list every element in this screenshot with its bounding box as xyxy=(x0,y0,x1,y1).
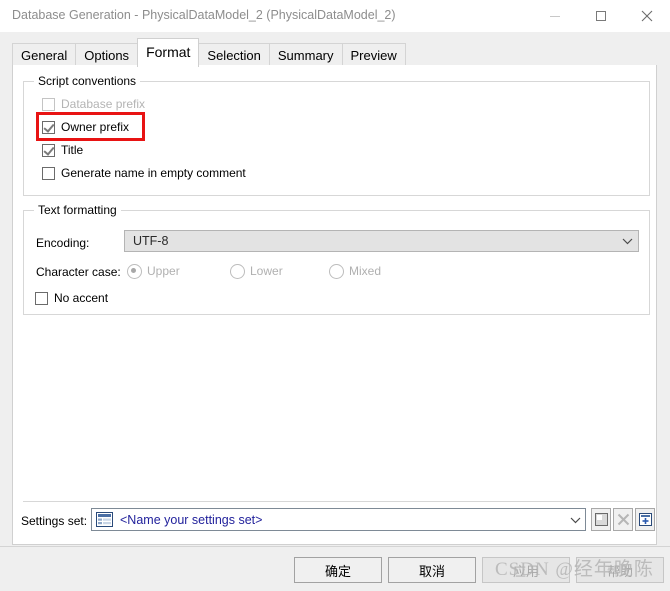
minimize-icon xyxy=(550,16,560,17)
ok-button[interactable]: 确定 xyxy=(294,557,382,583)
dialog-window: Database Generation - PhysicalDataModel_… xyxy=(0,0,670,591)
settings-set-combobox[interactable]: <Name your settings set> xyxy=(91,508,586,531)
close-icon xyxy=(641,10,653,22)
checkbox-box-owner-prefix xyxy=(42,120,55,134)
radio-label-upper: Upper xyxy=(147,264,180,278)
tab-selection[interactable]: Selection xyxy=(198,43,270,67)
checkbox-box-title xyxy=(42,143,55,157)
checkbox-database-prefix[interactable]: Database prefix xyxy=(42,96,145,112)
title-bar: Database Generation - PhysicalDataModel_… xyxy=(0,0,670,32)
window-title: Database Generation - PhysicalDataModel_… xyxy=(12,8,396,22)
checkbox-owner-prefix[interactable]: Owner prefix xyxy=(42,119,129,135)
page-icon xyxy=(594,513,608,526)
radio-circle-lower xyxy=(230,263,245,279)
encoding-value: UTF-8 xyxy=(133,234,169,248)
settings-set-value: <Name your settings set> xyxy=(120,512,263,527)
tab-format[interactable]: Format xyxy=(137,38,200,67)
chevron-down-icon xyxy=(616,237,638,245)
tab-preview[interactable]: Preview xyxy=(341,43,406,67)
script-conventions-title: Script conventions xyxy=(34,74,141,88)
text-formatting-title: Text formatting xyxy=(34,203,121,217)
tab-options[interactable]: Options xyxy=(75,43,139,67)
delete-settings-set-button xyxy=(613,508,633,531)
radio-label-mixed: Mixed xyxy=(349,264,382,278)
chevron-down-icon xyxy=(565,516,585,524)
settings-set-label: Settings set: xyxy=(21,514,88,528)
radio-label-lower: Lower xyxy=(250,264,283,278)
tab-general[interactable]: General xyxy=(12,43,77,67)
encoding-label: Encoding: xyxy=(36,236,90,250)
maximize-button[interactable] xyxy=(578,0,624,32)
checkbox-box-database-prefix xyxy=(42,97,55,111)
cancel-button[interactable]: 取消 xyxy=(388,557,476,583)
checkbox-box-no-accent xyxy=(35,291,48,305)
checkbox-no-accent[interactable]: No accent xyxy=(35,290,108,306)
encoding-combobox[interactable]: UTF-8 xyxy=(124,230,639,252)
radio-lower[interactable]: Lower xyxy=(230,263,283,279)
format-tab-panel: Script conventions Database prefix Owner… xyxy=(12,65,657,545)
settings-separator xyxy=(23,501,650,502)
checkbox-label-no-accent: No accent xyxy=(54,291,109,305)
settings-set-icon xyxy=(96,512,113,527)
radio-circle-mixed xyxy=(329,263,344,279)
apply-button: 应用 xyxy=(482,557,570,583)
dialog-footer: 确定 取消 应用 帮助 xyxy=(0,546,670,591)
checkbox-label-generate-name-in-empty-comment: Generate name in empty comment xyxy=(61,166,246,180)
maximize-icon xyxy=(596,11,606,21)
new-settings-set-button[interactable] xyxy=(635,508,655,531)
checkbox-label-owner-prefix: Owner prefix xyxy=(61,120,130,134)
text-formatting-group: Text formatting Encoding: UTF-8 Characte… xyxy=(23,203,650,315)
close-x-icon xyxy=(617,513,629,526)
checkbox-label-database-prefix: Database prefix xyxy=(61,97,146,111)
checkbox-title[interactable]: Title xyxy=(42,142,83,158)
tab-list: General Options Format Selection Summary… xyxy=(12,37,406,67)
tab-summary[interactable]: Summary xyxy=(268,43,343,67)
radio-mixed[interactable]: Mixed xyxy=(329,263,381,279)
save-settings-set-button[interactable] xyxy=(591,508,611,531)
close-button[interactable] xyxy=(624,0,670,32)
radio-circle-upper xyxy=(127,263,142,279)
caption-button-group xyxy=(532,0,670,32)
add-page-icon xyxy=(638,513,652,526)
checkbox-label-title: Title xyxy=(61,143,84,157)
tab-strip: General Options Format Selection Summary… xyxy=(0,32,670,67)
checkbox-generate-name-in-empty-comment[interactable]: Generate name in empty comment xyxy=(42,165,246,181)
minimize-button[interactable] xyxy=(532,0,578,32)
character-case-label: Character case: xyxy=(36,265,121,279)
radio-upper[interactable]: Upper xyxy=(127,263,180,279)
checkbox-box-generate-name-in-empty-comment xyxy=(42,166,55,180)
script-conventions-group: Script conventions Database prefix Owner… xyxy=(23,74,650,196)
help-button: 帮助 xyxy=(576,557,664,583)
